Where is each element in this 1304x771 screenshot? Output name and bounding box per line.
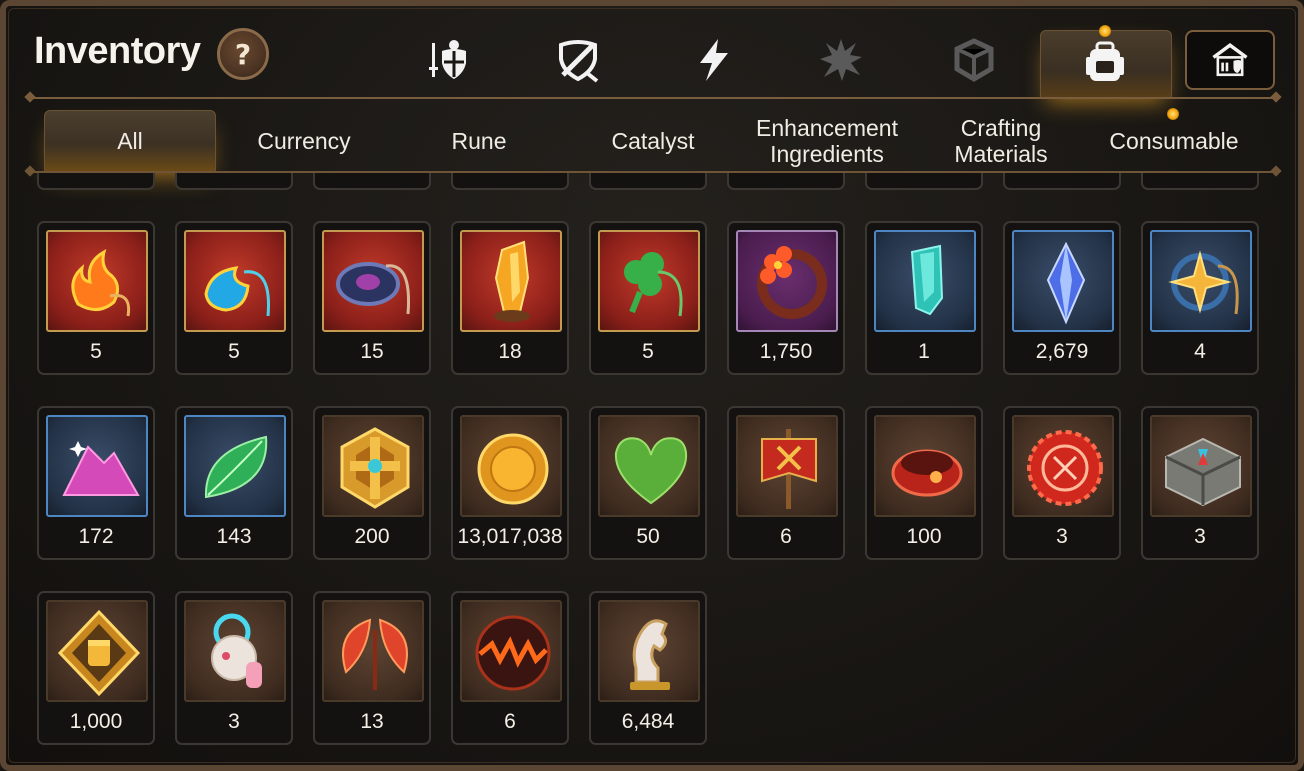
- gold-emblem-icon: [322, 415, 424, 517]
- item-slot[interactable]: 143: [175, 406, 293, 560]
- item-slot[interactable]: 3: [175, 591, 293, 745]
- item-slot[interactable]: 2,679: [1003, 221, 1121, 375]
- backpack-icon[interactable]: [1079, 36, 1131, 88]
- item-slot[interactable]: 15: [313, 221, 431, 375]
- page-title: Inventory: [34, 30, 201, 72]
- item-slot[interactable]: 100: [865, 406, 983, 560]
- robot-icon: [184, 600, 286, 702]
- item-slot-partial[interactable]: [1141, 173, 1259, 190]
- green-leaf-icon: [184, 415, 286, 517]
- crossed-sword-shield-icon[interactable]: [552, 34, 604, 86]
- clover-charm-icon: [598, 230, 700, 332]
- tab-all[interactable]: All: [44, 110, 216, 172]
- guild-hall-icon: [1212, 43, 1248, 77]
- item-slot[interactable]: 172: [37, 406, 155, 560]
- item-count: 3: [228, 710, 240, 733]
- burst-icon[interactable]: [815, 34, 867, 86]
- item-slot[interactable]: 13,017,038: [451, 406, 569, 560]
- item-slot-partial[interactable]: [451, 173, 569, 190]
- item-count: 100: [906, 525, 942, 548]
- tab-rune[interactable]: Rune: [392, 110, 566, 172]
- item-count: 3: [1194, 525, 1206, 548]
- item-slot[interactable]: 1,750: [727, 221, 845, 375]
- guild-button[interactable]: [1185, 30, 1275, 90]
- item-count: 18: [498, 340, 522, 363]
- item-slot[interactable]: 5: [175, 221, 293, 375]
- item-slot-partial[interactable]: [589, 173, 707, 190]
- banner-icon: [736, 415, 838, 517]
- header-divider: [30, 97, 1276, 99]
- item-grid[interactable]: 5 5 15 18 5 1,750 1 2,679 4 172 143 200 …: [30, 173, 1270, 753]
- item-slot[interactable]: 18: [451, 221, 569, 375]
- item-count: 13: [360, 710, 384, 733]
- item-slot[interactable]: 6: [727, 406, 845, 560]
- item-count: 3: [1056, 525, 1068, 548]
- item-slot[interactable]: 1,000: [37, 591, 155, 745]
- knight-chess-icon: [598, 600, 700, 702]
- pink-ore-icon: [46, 415, 148, 517]
- tab-consumable[interactable]: Consumable: [1088, 110, 1260, 172]
- blue-gem-icon: [1012, 230, 1114, 332]
- red-ring-icon: [874, 415, 976, 517]
- star-charm-icon: [1150, 230, 1252, 332]
- lava-orb-icon: [460, 600, 562, 702]
- item-slot[interactable]: 13: [313, 591, 431, 745]
- flower-charm-icon: [736, 230, 838, 332]
- item-slot[interactable]: 200: [313, 406, 431, 560]
- item-count: 1,750: [759, 340, 813, 363]
- item-count: 5: [642, 340, 654, 363]
- item-count: 4: [1194, 340, 1206, 363]
- item-slot-partial[interactable]: [37, 173, 155, 190]
- item-count: 2,679: [1035, 340, 1089, 363]
- water-charm-icon: [184, 230, 286, 332]
- tab-catalyst[interactable]: Catalyst: [566, 110, 740, 172]
- amber-crystal-icon: [460, 230, 562, 332]
- item-count: 6,484: [621, 710, 675, 733]
- item-count: 1: [918, 340, 930, 363]
- lightning-icon[interactable]: [687, 34, 739, 86]
- item-slot-partial[interactable]: [175, 173, 293, 190]
- item-count: 6: [780, 525, 792, 548]
- item-slot[interactable]: 5: [589, 221, 707, 375]
- item-slot[interactable]: 6: [451, 591, 569, 745]
- item-count: 200: [354, 525, 390, 548]
- notification-sparkle-icon: [1099, 25, 1111, 37]
- red-seal-icon: [1012, 415, 1114, 517]
- item-count: 50: [636, 525, 660, 548]
- item-slot[interactable]: 6,484: [589, 591, 707, 745]
- item-count: 15: [360, 340, 384, 363]
- item-slot[interactable]: 1: [865, 221, 983, 375]
- item-count: 5: [228, 340, 240, 363]
- item-count: 1,000: [69, 710, 123, 733]
- cube-icon[interactable]: [948, 34, 1000, 86]
- fist-badge-icon: [46, 600, 148, 702]
- dark-charm-icon: [322, 230, 424, 332]
- item-slot-partial[interactable]: [865, 173, 983, 190]
- gold-coin-icon: [460, 415, 562, 517]
- item-slot-partial[interactable]: [727, 173, 845, 190]
- tab-currency[interactable]: Currency: [218, 110, 390, 172]
- item-slot-partial[interactable]: [1003, 173, 1121, 190]
- item-slot-partial[interactable]: [313, 173, 431, 190]
- item-count: 143: [216, 525, 252, 548]
- item-slot[interactable]: 3: [1141, 406, 1259, 560]
- item-count: 6: [504, 710, 516, 733]
- filter-tabs: All Currency Rune Catalyst Enhancement I…: [44, 110, 1276, 172]
- tab-crafting-materials[interactable]: Crafting Materials: [914, 110, 1088, 172]
- sword-shield-icon[interactable]: [421, 34, 473, 86]
- item-count: 13,017,038: [457, 525, 563, 548]
- item-count: 172: [78, 525, 114, 548]
- item-slot[interactable]: 4: [1141, 221, 1259, 375]
- teal-crystal-icon: [874, 230, 976, 332]
- green-heart-icon: [598, 415, 700, 517]
- help-button[interactable]: ?: [217, 28, 269, 80]
- item-slot[interactable]: 50: [589, 406, 707, 560]
- stone-box-icon: [1150, 415, 1252, 517]
- tab-enhancement-ingredients[interactable]: Enhancement Ingredients: [740, 110, 914, 172]
- item-slot[interactable]: 5: [37, 221, 155, 375]
- fire-charm-icon: [46, 230, 148, 332]
- red-leaf-icon: [322, 600, 424, 702]
- item-count: 5: [90, 340, 102, 363]
- item-slot[interactable]: 3: [1003, 406, 1121, 560]
